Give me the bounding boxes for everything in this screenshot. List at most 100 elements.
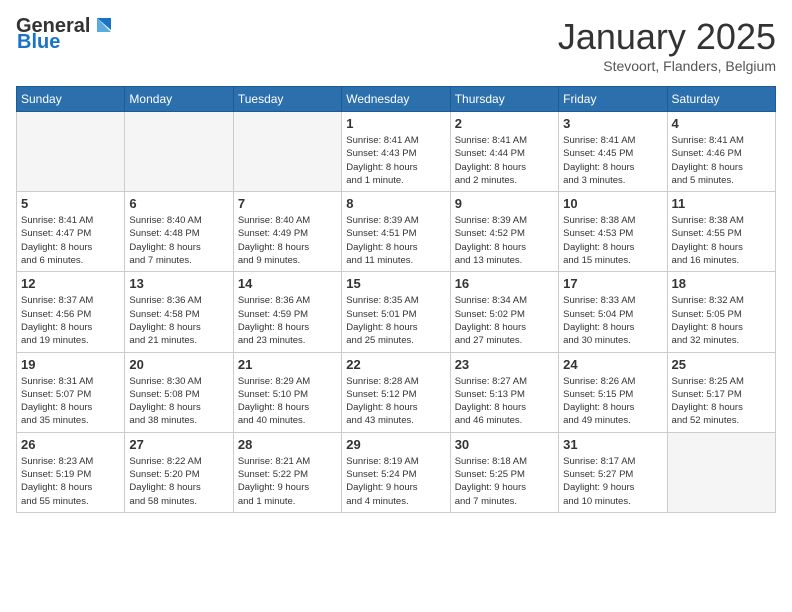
day-info: Sunrise: 8:21 AMSunset: 5:22 PMDaylight:…	[238, 455, 337, 508]
logo: General Blue	[16, 16, 113, 52]
day-info: Sunrise: 8:28 AMSunset: 5:12 PMDaylight:…	[346, 375, 445, 428]
calendar-cell: 14 Sunrise: 8:36 AMSunset: 4:59 PMDayligh…	[233, 272, 341, 352]
day-info: Sunrise: 8:23 AMSunset: 5:19 PMDaylight:…	[21, 455, 120, 508]
calendar-cell: 15 Sunrise: 8:35 AMSunset: 5:01 PMDayligh…	[342, 272, 450, 352]
day-info: Sunrise: 8:22 AMSunset: 5:20 PMDaylight:…	[129, 455, 228, 508]
day-info: Sunrise: 8:18 AMSunset: 5:25 PMDaylight:…	[455, 455, 554, 508]
day-number: 21	[238, 357, 337, 372]
calendar-header-thursday: Thursday	[450, 87, 558, 112]
calendar-cell: 19 Sunrise: 8:31 AMSunset: 5:07 PMDayligh…	[17, 352, 125, 432]
day-info: Sunrise: 8:41 AMSunset: 4:47 PMDaylight:…	[21, 214, 120, 267]
calendar-week-2: 5 Sunrise: 8:41 AMSunset: 4:47 PMDaylight…	[17, 192, 776, 272]
calendar-cell: 7 Sunrise: 8:40 AMSunset: 4:49 PMDaylight…	[233, 192, 341, 272]
calendar-cell	[17, 112, 125, 192]
calendar-cell: 24 Sunrise: 8:26 AMSunset: 5:15 PMDayligh…	[559, 352, 667, 432]
calendar-cell: 20 Sunrise: 8:30 AMSunset: 5:08 PMDayligh…	[125, 352, 233, 432]
day-number: 8	[346, 196, 445, 211]
day-info: Sunrise: 8:40 AMSunset: 4:49 PMDaylight:…	[238, 214, 337, 267]
calendar-cell: 16Sunrise: 8:34 AMSunset: 5:02 PMDayligh…	[450, 272, 558, 352]
day-info: Sunrise: 8:39 AMSunset: 4:51 PMDaylight:…	[346, 214, 445, 267]
calendar-cell: 30 Sunrise: 8:18 AMSunset: 5:25 PMDayligh…	[450, 432, 558, 512]
calendar-header-friday: Friday	[559, 87, 667, 112]
day-info: Sunrise: 8:30 AMSunset: 5:08 PMDaylight:…	[129, 375, 228, 428]
day-info: Sunrise: 8:19 AMSunset: 5:24 PMDaylight:…	[346, 455, 445, 508]
day-info: Sunrise: 8:25 AMSunset: 5:17 PMDaylight:…	[672, 375, 771, 428]
day-number: 14	[238, 276, 337, 291]
calendar-cell: 23 Sunrise: 8:27 AMSunset: 5:13 PMDayligh…	[450, 352, 558, 432]
day-number: 6	[129, 196, 228, 211]
calendar-header-sunday: Sunday	[17, 87, 125, 112]
day-info: Sunrise: 8:41 AMSunset: 4:44 PMDaylight:…	[455, 134, 554, 187]
day-info: Sunrise: 8:41 AMSunset: 4:43 PMDaylight:…	[346, 134, 445, 187]
day-info: Sunrise: 8:17 AMSunset: 5:27 PMDaylight:…	[563, 455, 662, 508]
calendar-header-row: SundayMondayTuesdayWednesdayThursdayFrid…	[17, 87, 776, 112]
day-info: Sunrise: 8:36 AMSunset: 4:58 PMDaylight:…	[129, 294, 228, 347]
calendar-cell: 28 Sunrise: 8:21 AMSunset: 5:22 PMDayligh…	[233, 432, 341, 512]
page-header: General Blue January 2025 Stevoort, Flan…	[16, 16, 776, 74]
day-number: 10	[563, 196, 662, 211]
calendar-cell: 8 Sunrise: 8:39 AMSunset: 4:51 PMDaylight…	[342, 192, 450, 272]
day-number: 23	[455, 357, 554, 372]
logo-blue: Blue	[16, 32, 113, 52]
day-info: Sunrise: 8:36 AMSunset: 4:59 PMDaylight:…	[238, 294, 337, 347]
day-number: 1	[346, 116, 445, 131]
calendar-week-1: 1 Sunrise: 8:41 AMSunset: 4:43 PMDaylight…	[17, 112, 776, 192]
calendar-cell: 5 Sunrise: 8:41 AMSunset: 4:47 PMDaylight…	[17, 192, 125, 272]
day-info: Sunrise: 8:31 AMSunset: 5:07 PMDaylight:…	[21, 375, 120, 428]
month-title: January 2025	[558, 16, 776, 58]
day-number: 17	[563, 276, 662, 291]
day-number: 16	[455, 276, 554, 291]
calendar-cell: 10 Sunrise: 8:38 AMSunset: 4:53 PMDayligh…	[559, 192, 667, 272]
title-block: January 2025 Stevoort, Flanders, Belgium	[558, 16, 776, 74]
day-number: 20	[129, 357, 228, 372]
calendar-cell: 26 Sunrise: 8:23 AMSunset: 5:19 PMDayligh…	[17, 432, 125, 512]
calendar-cell: 31 Sunrise: 8:17 AMSunset: 5:27 PMDayligh…	[559, 432, 667, 512]
calendar-cell: 11 Sunrise: 8:38 AMSunset: 4:55 PMDayligh…	[667, 192, 775, 272]
calendar-week-3: 12Sunrise: 8:37 AMSunset: 4:56 PMDayligh…	[17, 272, 776, 352]
day-number: 5	[21, 196, 120, 211]
calendar-header-wednesday: Wednesday	[342, 87, 450, 112]
day-info: Sunrise: 8:33 AMSunset: 5:04 PMDaylight:…	[563, 294, 662, 347]
day-info: Sunrise: 8:40 AMSunset: 4:48 PMDaylight:…	[129, 214, 228, 267]
calendar-cell: 29 Sunrise: 8:19 AMSunset: 5:24 PMDayligh…	[342, 432, 450, 512]
day-info: Sunrise: 8:38 AMSunset: 4:53 PMDaylight:…	[563, 214, 662, 267]
day-number: 7	[238, 196, 337, 211]
day-number: 15	[346, 276, 445, 291]
day-info: Sunrise: 8:26 AMSunset: 5:15 PMDaylight:…	[563, 375, 662, 428]
calendar-table: SundayMondayTuesdayWednesdayThursdayFrid…	[16, 86, 776, 513]
day-number: 29	[346, 437, 445, 452]
calendar-header-saturday: Saturday	[667, 87, 775, 112]
day-info: Sunrise: 8:41 AMSunset: 4:46 PMDaylight:…	[672, 134, 771, 187]
calendar-cell: 4Sunrise: 8:41 AMSunset: 4:46 PMDaylight…	[667, 112, 775, 192]
calendar-cell	[667, 432, 775, 512]
day-info: Sunrise: 8:27 AMSunset: 5:13 PMDaylight:…	[455, 375, 554, 428]
location: Stevoort, Flanders, Belgium	[558, 58, 776, 74]
day-info: Sunrise: 8:41 AMSunset: 4:45 PMDaylight:…	[563, 134, 662, 187]
day-info: Sunrise: 8:29 AMSunset: 5:10 PMDaylight:…	[238, 375, 337, 428]
day-number: 11	[672, 196, 771, 211]
day-number: 30	[455, 437, 554, 452]
calendar-week-4: 19 Sunrise: 8:31 AMSunset: 5:07 PMDayligh…	[17, 352, 776, 432]
day-number: 3	[563, 116, 662, 131]
calendar-cell	[125, 112, 233, 192]
calendar-cell	[233, 112, 341, 192]
day-number: 12	[21, 276, 120, 291]
day-number: 19	[21, 357, 120, 372]
day-info: Sunrise: 8:39 AMSunset: 4:52 PMDaylight:…	[455, 214, 554, 267]
calendar-cell: 6 Sunrise: 8:40 AMSunset: 4:48 PMDaylight…	[125, 192, 233, 272]
day-number: 2	[455, 116, 554, 131]
calendar-header-monday: Monday	[125, 87, 233, 112]
calendar-cell: 27Sunrise: 8:22 AMSunset: 5:20 PMDayligh…	[125, 432, 233, 512]
day-number: 26	[21, 437, 120, 452]
day-number: 9	[455, 196, 554, 211]
day-number: 25	[672, 357, 771, 372]
day-number: 24	[563, 357, 662, 372]
day-number: 28	[238, 437, 337, 452]
day-number: 31	[563, 437, 662, 452]
day-number: 13	[129, 276, 228, 291]
day-number: 22	[346, 357, 445, 372]
day-info: Sunrise: 8:32 AMSunset: 5:05 PMDaylight:…	[672, 294, 771, 347]
calendar-cell: 1 Sunrise: 8:41 AMSunset: 4:43 PMDaylight…	[342, 112, 450, 192]
day-info: Sunrise: 8:38 AMSunset: 4:55 PMDaylight:…	[672, 214, 771, 267]
day-info: Sunrise: 8:35 AMSunset: 5:01 PMDaylight:…	[346, 294, 445, 347]
